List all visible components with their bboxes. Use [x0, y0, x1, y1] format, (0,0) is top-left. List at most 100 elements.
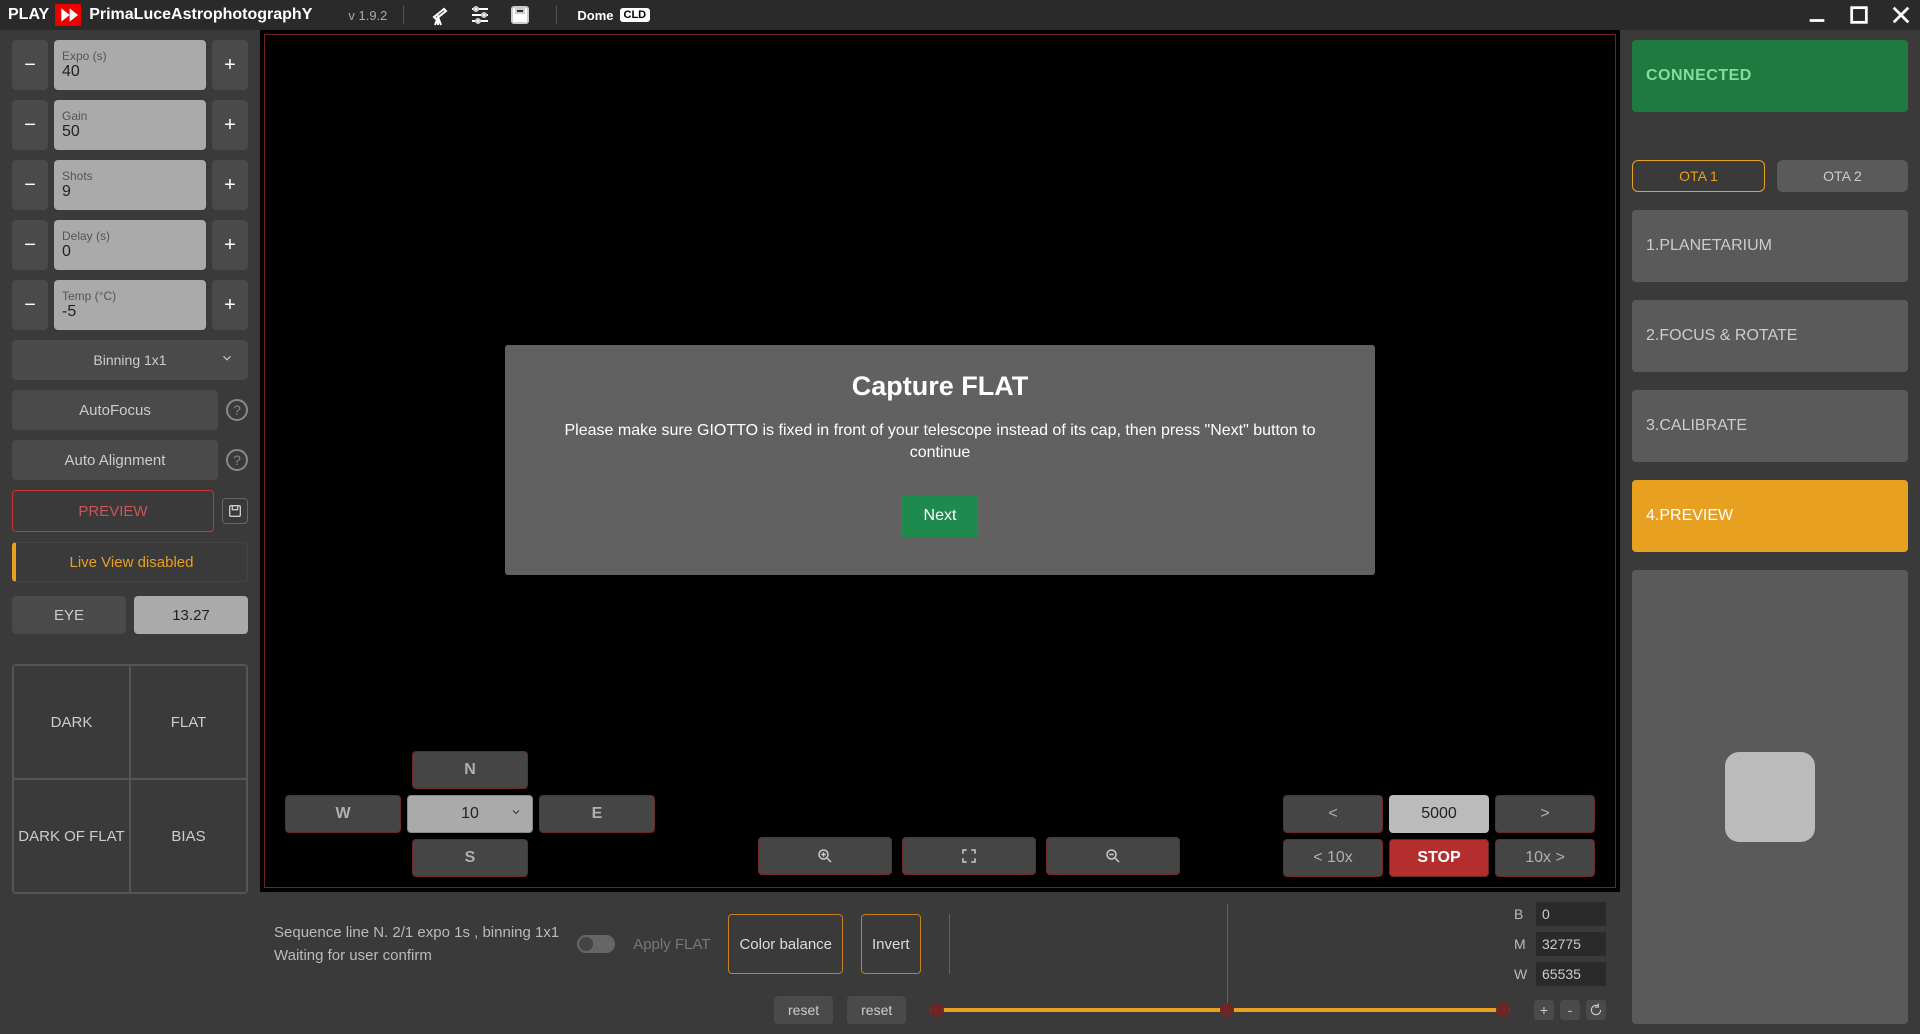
- cld-badge[interactable]: CLD: [620, 8, 651, 22]
- direction-w-button[interactable]: W: [285, 795, 401, 833]
- chevron-down-icon: [220, 351, 234, 370]
- temp-label: Temp (°C): [62, 289, 198, 303]
- direction-speed-select[interactable]: 10: [407, 795, 533, 833]
- brand-text: PrimaLuceAstrophotographY: [89, 6, 312, 24]
- gain-field[interactable]: Gain 50: [54, 100, 206, 150]
- histogram-marker: [1227, 904, 1228, 1004]
- step-right-10x-button[interactable]: 10x >: [1495, 839, 1595, 877]
- fullscreen-button[interactable]: [902, 837, 1036, 875]
- calibrate-button[interactable]: 3.CALIBRATE: [1632, 390, 1908, 462]
- save-preview-icon[interactable]: [222, 498, 248, 524]
- expo-increment[interactable]: +: [212, 40, 248, 90]
- expo-decrement[interactable]: −: [12, 40, 48, 90]
- delay-field[interactable]: Delay (s) 0: [54, 220, 206, 270]
- flat-button[interactable]: FLAT: [130, 665, 247, 779]
- play-label: PLAY: [8, 6, 49, 24]
- histogram-area: [949, 914, 1488, 974]
- temp-increment[interactable]: +: [212, 280, 248, 330]
- temp-decrement[interactable]: −: [12, 280, 48, 330]
- levels-minus-button[interactable]: -: [1560, 1000, 1580, 1020]
- planetarium-button[interactable]: 1.PLANETARIUM: [1632, 210, 1908, 282]
- invert-button[interactable]: Invert: [861, 914, 921, 974]
- apply-flat-toggle[interactable]: [577, 935, 615, 953]
- binning-select[interactable]: Binning 1x1: [12, 340, 248, 380]
- image-preview[interactable]: Capture FLAT Please make sure GIOTTO is …: [264, 34, 1616, 888]
- gain-value: 50: [62, 123, 198, 141]
- right-sidebar: CONNECTED OTA 1 OTA 2 1.PLANETARIUM 2.FO…: [1620, 30, 1920, 1034]
- shots-increment[interactable]: +: [212, 160, 248, 210]
- bmw-readout: B0 M32775 W65535: [1514, 902, 1606, 986]
- levels-refresh-button[interactable]: [1586, 1000, 1606, 1020]
- temp-field[interactable]: Temp (°C) -5: [54, 280, 206, 330]
- close-button[interactable]: [1890, 4, 1912, 26]
- color-balance-button[interactable]: Color balance: [728, 914, 843, 974]
- next-button[interactable]: Next: [902, 495, 979, 537]
- autofocus-button[interactable]: AutoFocus: [12, 390, 218, 430]
- delay-decrement[interactable]: −: [12, 220, 48, 270]
- direction-e-button[interactable]: E: [539, 795, 655, 833]
- autofocus-help-icon[interactable]: ?: [226, 399, 248, 421]
- divider: [556, 6, 557, 24]
- shots-field[interactable]: Shots 9: [54, 160, 206, 210]
- delay-stepper: − Delay (s) 0 +: [12, 220, 248, 270]
- window-controls: [1806, 0, 1912, 30]
- levels-white-handle[interactable]: [1496, 1003, 1510, 1017]
- connected-status[interactable]: CONNECTED: [1632, 40, 1908, 112]
- minimize-button[interactable]: [1806, 4, 1828, 26]
- dark-of-flat-button[interactable]: DARK OF FLAT: [13, 779, 130, 893]
- delay-increment[interactable]: +: [212, 220, 248, 270]
- shots-stepper: − Shots 9 +: [12, 160, 248, 210]
- bias-button[interactable]: BIAS: [130, 779, 247, 893]
- levels-black-handle[interactable]: [930, 1003, 944, 1017]
- autoalignment-help-icon[interactable]: ?: [226, 449, 248, 471]
- version-label: v 1.9.2: [348, 8, 387, 23]
- expo-value: 40: [62, 63, 198, 81]
- expo-stepper: − Expo (s) 40 +: [12, 40, 248, 90]
- step-left-10x-button[interactable]: < 10x: [1283, 839, 1383, 877]
- shots-value: 9: [62, 183, 198, 201]
- ota1-tab[interactable]: OTA 1: [1632, 160, 1765, 192]
- stop-button[interactable]: STOP: [1389, 839, 1489, 877]
- temp-stepper: − Temp (°C) -5 +: [12, 280, 248, 330]
- direction-s-button[interactable]: S: [412, 839, 528, 877]
- mid-value[interactable]: 32775: [1536, 932, 1606, 956]
- eye-button[interactable]: EYE: [12, 596, 126, 634]
- mid-label: M: [1514, 936, 1530, 952]
- liveview-button[interactable]: Live View disabled: [12, 542, 248, 582]
- step-right-button[interactable]: >: [1495, 795, 1595, 833]
- settings-icon[interactable]: [468, 3, 492, 27]
- direction-n-button[interactable]: N: [412, 751, 528, 789]
- reset-levels-button[interactable]: reset: [847, 996, 906, 1024]
- dome-label[interactable]: Dome: [577, 8, 613, 23]
- preview-nav-button[interactable]: 4.PREVIEW: [1632, 480, 1908, 552]
- autoalignment-button[interactable]: Auto Alignment: [12, 440, 218, 480]
- eye-value: 13.27: [134, 596, 248, 634]
- overlay-controls: N W 10 E S: [265, 751, 1615, 877]
- focus-rotate-button[interactable]: 2.FOCUS & ROTATE: [1632, 300, 1908, 372]
- ota2-tab[interactable]: OTA 2: [1777, 160, 1908, 192]
- maximize-button[interactable]: [1848, 4, 1870, 26]
- app-brand: PLAY PrimaLuceAstrophotographY v 1.9.2: [8, 4, 387, 26]
- center-area: Capture FLAT Please make sure GIOTTO is …: [260, 30, 1620, 1034]
- levels-slider[interactable]: [930, 1008, 1510, 1012]
- reset-color-button[interactable]: reset: [774, 996, 833, 1024]
- save-icon[interactable]: [508, 3, 532, 27]
- dark-button[interactable]: DARK: [13, 665, 130, 779]
- zoom-out-button[interactable]: [1046, 837, 1180, 875]
- preview-button[interactable]: PREVIEW: [12, 490, 214, 532]
- zoom-in-button[interactable]: [758, 837, 892, 875]
- levels-plus-button[interactable]: +: [1534, 1000, 1554, 1020]
- step-value[interactable]: 5000: [1389, 795, 1489, 833]
- shots-decrement[interactable]: −: [12, 160, 48, 210]
- black-value[interactable]: 0: [1536, 902, 1606, 926]
- expo-field[interactable]: Expo (s) 40: [54, 40, 206, 90]
- levels-mid-handle[interactable]: [1220, 1003, 1234, 1017]
- telescope-icon[interactable]: [428, 3, 452, 27]
- white-value[interactable]: 65535: [1536, 962, 1606, 986]
- thumbnail[interactable]: [1725, 752, 1815, 842]
- delay-label: Delay (s): [62, 229, 198, 243]
- gain-increment[interactable]: +: [212, 100, 248, 150]
- step-left-button[interactable]: <: [1283, 795, 1383, 833]
- gain-decrement[interactable]: −: [12, 100, 48, 150]
- direction-cluster: N W 10 E S: [285, 751, 655, 877]
